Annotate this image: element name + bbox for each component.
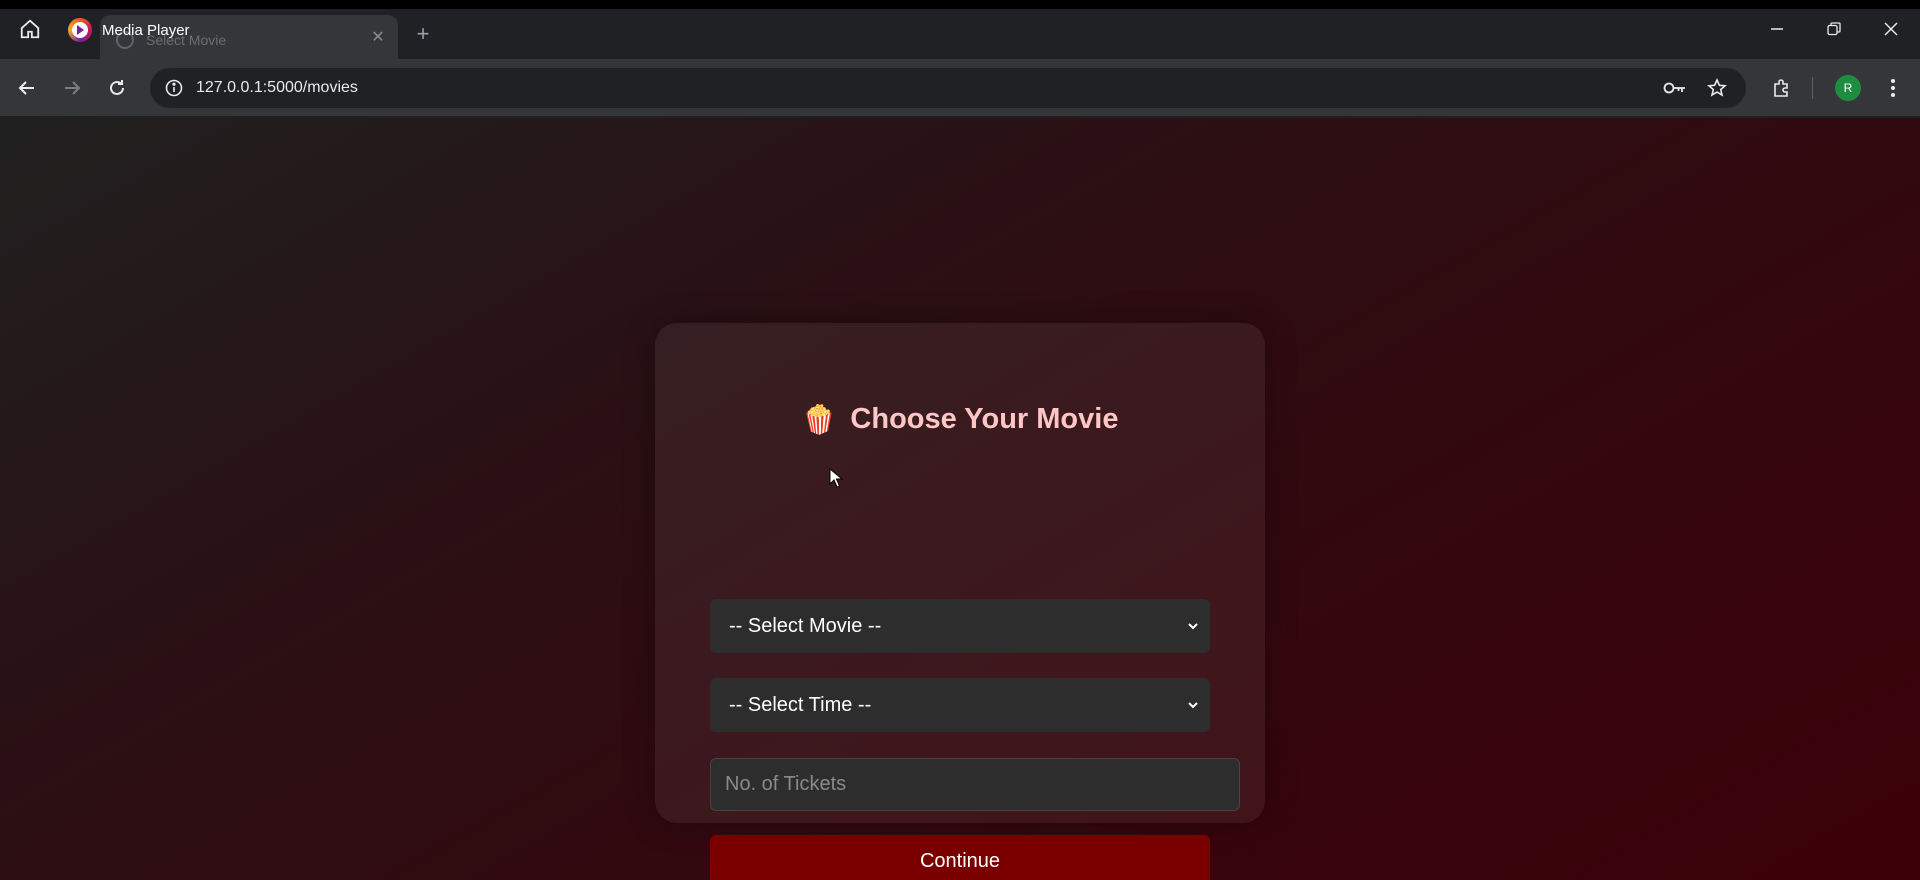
toolbar-separator: [1812, 77, 1813, 99]
page-title: 🍿 Choose Your Movie: [655, 403, 1265, 436]
chevron-down-icon: [1188, 702, 1198, 709]
popcorn-icon: 🍿: [801, 404, 837, 435]
url-text: 127.0.0.1:5000/movies: [196, 79, 358, 96]
profile-avatar[interactable]: R: [1835, 75, 1861, 101]
info-icon[interactable]: [162, 76, 186, 100]
time-select-value: -- Select Time --: [729, 694, 872, 716]
home-icon[interactable]: [12, 13, 48, 45]
plus-icon[interactable]: +: [412, 23, 434, 45]
back-arrow-icon[interactable]: [10, 71, 44, 105]
media-player-overlay[interactable]: Media Player: [68, 15, 190, 45]
movie-select[interactable]: -- Select Movie --: [710, 599, 1210, 653]
continue-button[interactable]: Continue: [710, 835, 1210, 880]
tab-bar: Select Movie ✕ Media Player +: [0, 9, 1920, 59]
forward-arrow-icon[interactable]: [55, 71, 89, 105]
close-icon[interactable]: [1871, 15, 1911, 43]
chevron-down-icon: [1188, 623, 1198, 630]
tab-close-icon[interactable]: ✕: [368, 28, 388, 48]
address-bar[interactable]: 127.0.0.1:5000/movies: [150, 68, 1746, 108]
minimize-icon[interactable]: [1757, 15, 1797, 43]
tickets-placeholder: No. of Tickets: [725, 773, 847, 795]
movie-select-value: -- Select Movie --: [729, 615, 882, 637]
reload-icon[interactable]: [100, 71, 134, 105]
mouse-cursor-icon: [829, 468, 843, 488]
page-title-text: Choose Your Movie: [850, 403, 1119, 435]
tickets-input[interactable]: No. of Tickets: [710, 758, 1240, 811]
puzzle-icon[interactable]: [1765, 71, 1799, 105]
media-player-title: Media Player: [102, 21, 190, 39]
restore-icon[interactable]: [1814, 15, 1854, 43]
media-player-icon: [68, 18, 92, 42]
key-icon[interactable]: [1662, 76, 1688, 100]
page-viewport: 🍿 Choose Your Movie -- Select Movie -- -…: [0, 118, 1920, 880]
movie-booking-card: 🍿 Choose Your Movie -- Select Movie -- -…: [655, 323, 1265, 880]
star-icon[interactable]: [1704, 76, 1730, 100]
browser-toolbar: 127.0.0.1:5000/movies R: [0, 59, 1920, 117]
kebab-menu-icon[interactable]: [1876, 71, 1910, 105]
time-select[interactable]: -- Select Time --: [710, 678, 1210, 732]
window-top-border: [0, 0, 1920, 9]
